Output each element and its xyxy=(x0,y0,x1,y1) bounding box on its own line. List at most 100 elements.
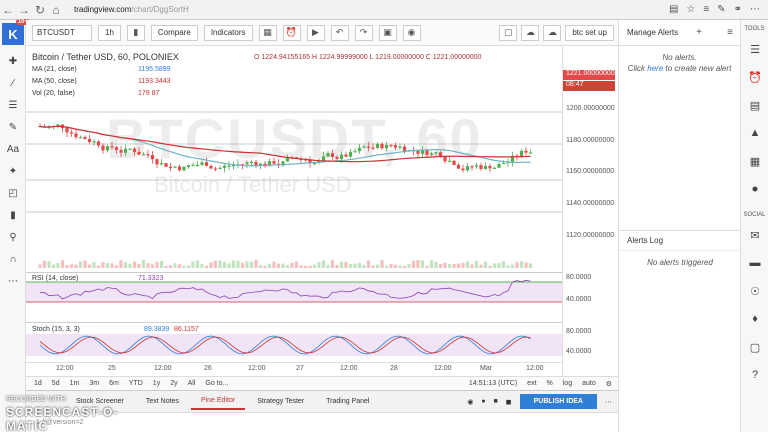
volume-label[interactable]: Vol (20, false) xyxy=(32,90,75,97)
drawing-toolbar: K 10+ ✚ ∕ ☰ ✎ Aa ✦ ◰ ▮ ⚲ ∩ ⋯ xyxy=(0,19,30,432)
range-3m[interactable]: 3m xyxy=(89,380,99,387)
back-icon[interactable]: ← xyxy=(0,2,16,18)
candle-body xyxy=(141,154,146,156)
more-icon[interactable]: ⋯ xyxy=(605,398,612,406)
range-6m[interactable]: 6m xyxy=(109,380,119,387)
text-tool-icon[interactable]: Aa xyxy=(2,139,24,159)
ma50-label[interactable]: MA (50, close) xyxy=(32,78,77,85)
ext-toggle[interactable]: ext xyxy=(527,380,536,388)
reading-view-icon[interactable]: ▤ xyxy=(669,4,678,15)
help-icon[interactable]: ? xyxy=(743,364,767,386)
log-toggle[interactable]: log xyxy=(563,380,572,388)
candle-body xyxy=(474,165,479,167)
percent-toggle[interactable]: % xyxy=(547,380,553,388)
calendar-icon[interactable]: ▦ xyxy=(743,150,767,172)
auto-toggle[interactable]: auto xyxy=(582,380,596,388)
tab-strategy-tester[interactable]: Strategy Tester xyxy=(247,394,314,409)
volume-bar xyxy=(227,263,231,268)
pane-separator[interactable] xyxy=(26,322,616,323)
goto-button[interactable]: Go to... xyxy=(205,380,228,387)
price-axis[interactable]: 1221.00000000 08:47 1200.00000000 1180.0… xyxy=(562,46,616,376)
undo-icon[interactable]: ↶ xyxy=(330,24,349,41)
interval-button[interactable]: 1h xyxy=(98,24,121,41)
trend-line-icon[interactable]: ∕ xyxy=(2,73,24,93)
pane-separator[interactable] xyxy=(26,272,616,273)
alarm-clock-icon[interactable]: ⏰ xyxy=(743,66,767,88)
range-all[interactable]: All xyxy=(188,380,196,387)
ruler-icon[interactable]: ▮ xyxy=(2,205,24,225)
stoch-label[interactable]: Stoch (15, 3, 3) xyxy=(32,326,80,333)
share-icon[interactable]: ⚭ xyxy=(734,4,742,15)
broadcast-icon[interactable]: ◼ xyxy=(506,398,512,406)
broadcast-icon[interactable]: ☉ xyxy=(743,280,767,302)
time-axis[interactable]: 12:00 25 12:00 26 12:00 27 12:00 28 12:0… xyxy=(26,362,562,376)
save-icon[interactable]: ☁ xyxy=(543,24,562,41)
zoom-icon[interactable]: ⚲ xyxy=(2,227,24,247)
more-tools-icon[interactable]: ⋯ xyxy=(2,271,24,291)
volume-bar xyxy=(483,261,488,268)
home-icon[interactable]: ⌂ xyxy=(48,2,64,18)
chart-area[interactable]: BTCUSDT, 60 Bitcoin / Tether USD Bitcoin… xyxy=(26,46,616,376)
settings-icon[interactable]: ⚙ xyxy=(606,380,612,388)
crosshair-icon[interactable]: ✚ xyxy=(2,51,24,71)
fullscreen-icon[interactable]: ▣ xyxy=(378,24,397,41)
volume-bar xyxy=(299,265,303,268)
chat-icon[interactable]: ✉ xyxy=(743,224,767,246)
pitchfork-icon[interactable]: ☰ xyxy=(2,95,24,115)
volume-bar xyxy=(209,262,213,268)
magnet-icon[interactable]: ∩ xyxy=(2,249,24,269)
alerts-menu-icon[interactable]: ≡ xyxy=(720,27,740,38)
range-ytd[interactable]: YTD xyxy=(129,380,143,387)
bar-style-icon[interactable]: ▮ xyxy=(126,24,145,41)
more-icon[interactable]: ⋯ xyxy=(750,4,760,15)
range-1m[interactable]: 1m xyxy=(70,380,80,387)
publish-idea-button[interactable]: PUBLISH IDEA xyxy=(519,394,597,409)
hotlist-icon[interactable]: ▲ xyxy=(743,122,767,144)
watchlist-icon[interactable]: ☰ xyxy=(743,38,767,60)
candle-body xyxy=(249,161,254,163)
price-chart[interactable] xyxy=(26,46,562,362)
candle-body xyxy=(87,139,92,143)
favorite-icon[interactable]: ☆ xyxy=(686,4,695,15)
refresh-icon[interactable]: ↻ xyxy=(32,2,48,18)
add-alert-icon[interactable]: + xyxy=(689,27,709,38)
alert-icon[interactable]: ⏰ xyxy=(282,24,301,41)
cloud-icon[interactable]: ☁ xyxy=(521,24,540,41)
layout-name-button[interactable]: btc set up xyxy=(565,24,614,41)
tradingview-logo[interactable]: K 10+ xyxy=(2,19,30,45)
snapshot-icon[interactable]: ◉ xyxy=(402,24,421,41)
volume-bar xyxy=(47,261,51,268)
stocktwits-icon[interactable]: ■ xyxy=(494,398,498,405)
create-alert-link[interactable]: here xyxy=(647,64,663,73)
redo-icon[interactable]: ↷ xyxy=(354,24,373,41)
range-2y[interactable]: 2y xyxy=(170,380,177,387)
camera-icon[interactable]: ◉ xyxy=(467,398,473,406)
forward-icon[interactable]: → xyxy=(16,2,32,18)
tab-pine-editor[interactable]: Pine Editor xyxy=(190,393,246,410)
range-1y[interactable]: 1y xyxy=(153,380,160,387)
address-bar[interactable]: tradingview.com/chart/DggSortH xyxy=(74,3,494,17)
templates-icon[interactable]: ▦ xyxy=(258,24,277,41)
data-window-icon[interactable]: ▤ xyxy=(743,94,767,116)
notifications-icon[interactable]: ♦ xyxy=(743,308,767,330)
rsi-label[interactable]: RSI (14, close) xyxy=(32,275,78,282)
note-icon[interactable]: ✎ xyxy=(717,4,725,15)
tab-trading-panel[interactable]: Trading Panel xyxy=(316,394,379,409)
screenshot-icon[interactable]: ▢ xyxy=(743,336,767,358)
layout-icon[interactable]: ▢ xyxy=(499,24,518,41)
prediction-icon[interactable]: ◰ xyxy=(2,183,24,203)
indicators-button[interactable]: Indicators xyxy=(203,24,253,41)
ideas-icon[interactable]: ⚫ xyxy=(743,178,767,200)
twitter-icon[interactable]: ● xyxy=(481,398,485,405)
range-5d[interactable]: 5d xyxy=(52,380,60,387)
streams-icon[interactable]: ▬ xyxy=(743,252,767,274)
replay-icon[interactable]: ▶ xyxy=(306,24,325,41)
volume-bar xyxy=(78,261,83,268)
range-1d[interactable]: 1d xyxy=(34,380,42,387)
ma21-label[interactable]: MA (21, close) xyxy=(32,66,77,73)
brush-icon[interactable]: ✎ xyxy=(2,117,24,137)
symbol-input[interactable]: BTCUSDT xyxy=(32,24,92,41)
pattern-icon[interactable]: ✦ xyxy=(2,161,24,181)
compare-button[interactable]: Compare xyxy=(150,24,198,41)
hub-icon[interactable]: ≡ xyxy=(703,4,709,15)
